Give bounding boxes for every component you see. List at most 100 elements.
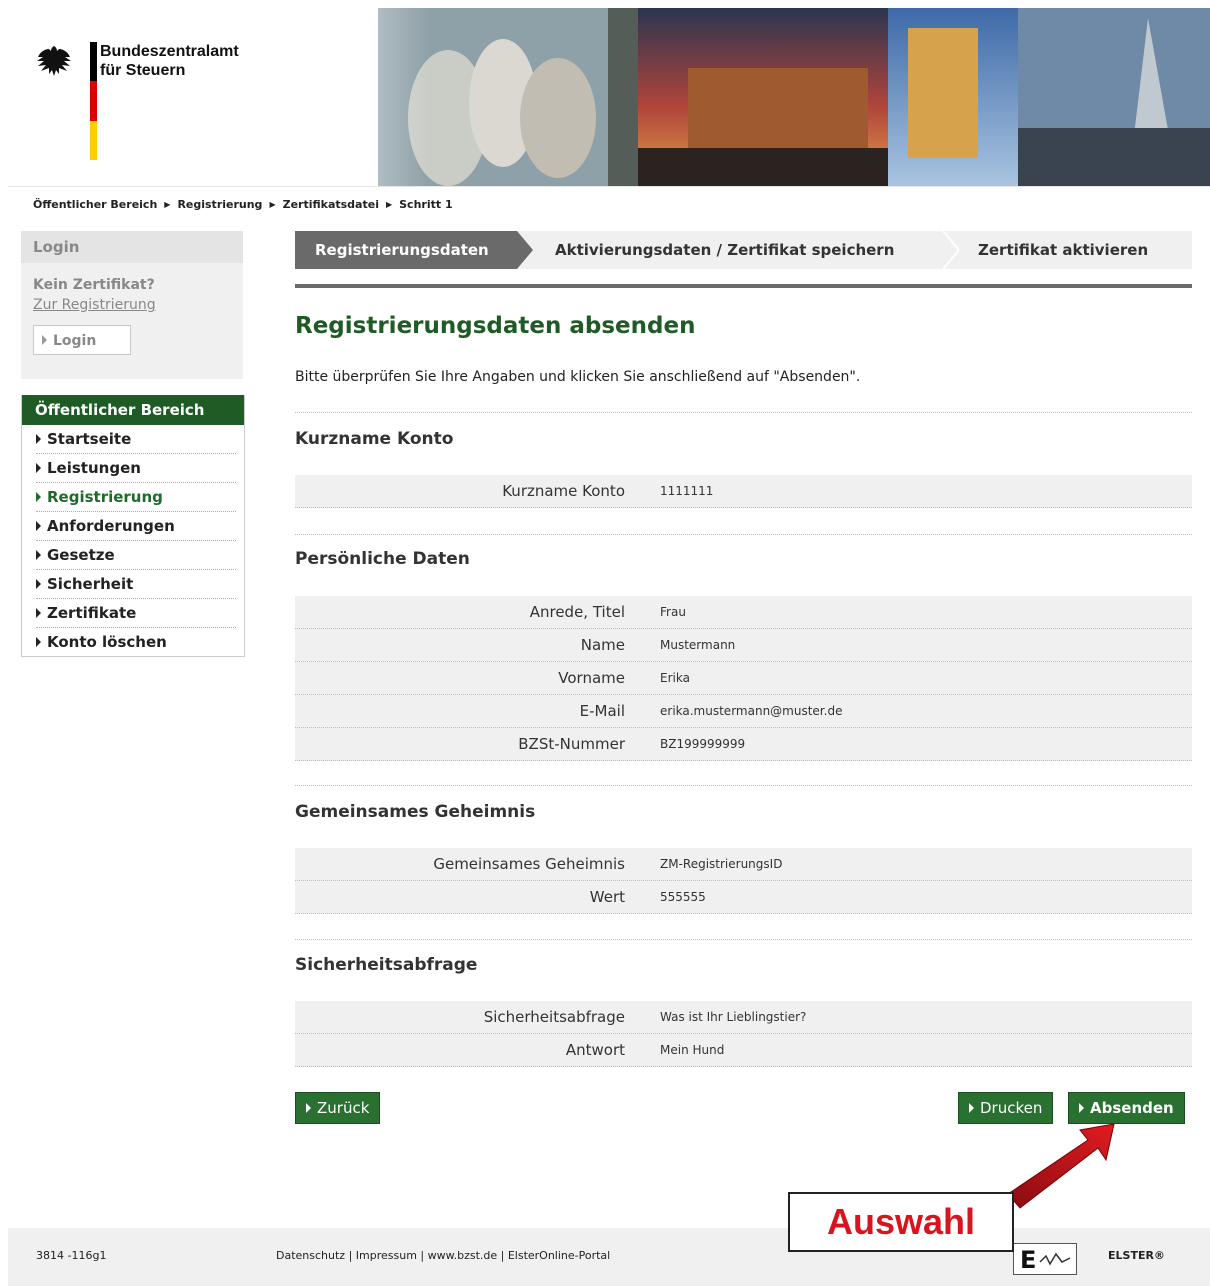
section-title-persoenliche-daten: Persönliche Daten bbox=[295, 549, 470, 569]
page-title: Registrierungsdaten absenden bbox=[295, 313, 696, 339]
field-value: Mustermann bbox=[660, 638, 736, 652]
nav-item-registrierung[interactable]: Registrierung bbox=[36, 483, 236, 512]
steps-divider bbox=[295, 284, 1192, 288]
step-chevron-icon bbox=[517, 231, 533, 269]
breadcrumb-item: Schritt 1 bbox=[399, 198, 453, 211]
arrow-right-icon bbox=[36, 492, 41, 502]
field-value: Was ist Ihr Lieblingstier? bbox=[660, 1010, 807, 1024]
table-row: BZSt-Nummer BZ199999999 bbox=[295, 728, 1192, 761]
arrow-right-icon bbox=[36, 463, 41, 473]
page: Bundeszentralamt für Steuern Öffentliche… bbox=[8, 8, 1210, 1286]
table-row: Anrede, Titel Frau bbox=[295, 596, 1192, 629]
section-divider bbox=[295, 412, 1192, 413]
field-value: erika.mustermann@muster.de bbox=[660, 704, 843, 718]
header-divider bbox=[8, 186, 1210, 187]
section-title-kurzname: Kurzname Konto bbox=[295, 429, 454, 449]
section-divider bbox=[295, 534, 1192, 535]
elster-logo-icon: E bbox=[1013, 1243, 1077, 1275]
breadcrumb: Öffentlicher Bereich ▶ Registrierung ▶ Zerti… bbox=[33, 198, 453, 211]
elster-brand: ELSTER® bbox=[1108, 1249, 1165, 1262]
field-label: Kurzname Konto bbox=[502, 482, 625, 500]
breadcrumb-separator-icon: ▶ bbox=[269, 200, 276, 209]
field-label: Wert bbox=[589, 888, 625, 906]
section-title-geheimnis: Gemeinsames Geheimnis bbox=[295, 802, 536, 822]
nav-item-startseite[interactable]: Startseite bbox=[36, 425, 236, 454]
field-value: ZM-RegistrierungsID bbox=[660, 857, 783, 871]
table-row: Name Mustermann bbox=[295, 629, 1192, 662]
field-label: Sicherheitsabfrage bbox=[483, 1008, 625, 1026]
field-label: E-Mail bbox=[579, 702, 625, 720]
table-geheimnis: Gemeinsames Geheimnis ZM-RegistrierungsID… bbox=[295, 848, 1192, 914]
nav-item-sicherheit[interactable]: Sicherheit bbox=[36, 570, 236, 599]
field-label: Gemeinsames Geheimnis bbox=[433, 855, 625, 873]
field-value: BZ199999999 bbox=[660, 737, 746, 751]
nav-title: Öffentlicher Bereich bbox=[22, 395, 244, 425]
table-row: Vorname Erika bbox=[295, 662, 1192, 695]
table-row: Sicherheitsabfrage Was ist Ihr Lieblingst… bbox=[295, 1001, 1192, 1034]
org-name: Bundeszentralamt für Steuern bbox=[100, 43, 239, 79]
field-label: Vorname bbox=[558, 669, 625, 687]
submit-button[interactable]: Absenden bbox=[1068, 1092, 1185, 1124]
register-link[interactable]: Zur Registrierung bbox=[33, 297, 243, 313]
svg-text:E: E bbox=[1020, 1246, 1036, 1274]
breadcrumb-item[interactable]: Zertifikatsdatei bbox=[283, 198, 379, 211]
step-aktivierungsdaten: Aktivierungsdaten / Zertifikat speichern bbox=[555, 241, 895, 259]
table-row: Wert 555555 bbox=[295, 881, 1192, 914]
header-banner-image bbox=[258, 8, 1210, 186]
annotation-label: Auswahl bbox=[788, 1192, 1014, 1252]
breadcrumb-separator-icon: ▶ bbox=[385, 200, 393, 209]
section-divider bbox=[295, 939, 1192, 940]
field-label: Anrede, Titel bbox=[529, 603, 625, 621]
footer-links[interactable]: Datenschutz | Impressum | www.bzst.de | … bbox=[276, 1249, 610, 1262]
field-value: 555555 bbox=[660, 890, 706, 904]
table-row: Kurzname Konto 1111111 bbox=[295, 475, 1192, 508]
table-sicherheitsabfrage: Sicherheitsabfrage Was ist Ihr Lieblingst… bbox=[295, 1001, 1192, 1067]
back-button[interactable]: Zurück bbox=[295, 1092, 381, 1124]
field-label: Name bbox=[580, 636, 625, 654]
table-row: E-Mail erika.mustermann@muster.de bbox=[295, 695, 1192, 728]
version-label: 3814 -116g1 bbox=[36, 1249, 107, 1262]
breadcrumb-item[interactable]: Registrierung bbox=[177, 198, 262, 211]
arrow-right-icon bbox=[969, 1103, 974, 1113]
arrow-right-icon bbox=[306, 1103, 311, 1113]
arrow-right-icon bbox=[1079, 1103, 1084, 1113]
arrow-right-icon bbox=[36, 434, 41, 444]
german-flag-stripe bbox=[90, 42, 97, 160]
field-label: BZSt-Nummer bbox=[518, 735, 625, 753]
progress-steps: Registrierungsdaten Aktivierungsdaten / … bbox=[295, 231, 1192, 269]
field-value: 1111111 bbox=[660, 484, 714, 498]
nav-item-leistungen[interactable]: Leistungen bbox=[36, 454, 236, 483]
intro-text: Bitte überprüfen Sie Ihre Angaben und kl… bbox=[295, 369, 861, 385]
login-button[interactable]: Login bbox=[33, 325, 131, 355]
field-value: Mein Hund bbox=[660, 1043, 725, 1057]
site-header: Bundeszentralamt für Steuern bbox=[8, 8, 1210, 186]
table-kurzname: Kurzname Konto 1111111 bbox=[295, 475, 1192, 508]
login-title: Login bbox=[21, 231, 243, 263]
breadcrumb-item[interactable]: Öffentlicher Bereich bbox=[33, 198, 157, 211]
public-area-nav: Öffentlicher Bereich Startseite Leistung… bbox=[21, 395, 245, 657]
arrow-right-icon bbox=[36, 637, 41, 647]
section-divider bbox=[295, 785, 1192, 786]
field-label: Antwort bbox=[565, 1041, 625, 1059]
nav-item-zertifikate[interactable]: Zertifikate bbox=[36, 599, 236, 628]
nav-item-anforderungen[interactable]: Anforderungen bbox=[36, 512, 236, 541]
nav-item-konto-loeschen[interactable]: Konto löschen bbox=[36, 628, 236, 656]
table-persoenliche-daten: Anrede, Titel Frau Name Mustermann Vorname… bbox=[295, 596, 1192, 761]
section-title-sicherheitsabfrage: Sicherheitsabfrage bbox=[295, 955, 478, 975]
arrow-right-icon bbox=[36, 608, 41, 618]
table-row: Gemeinsames Geheimnis ZM-RegistrierungsID bbox=[295, 848, 1192, 881]
arrow-right-icon bbox=[36, 550, 41, 560]
nav-item-gesetze[interactable]: Gesetze bbox=[36, 541, 236, 570]
field-value: Frau bbox=[660, 605, 686, 619]
breadcrumb-separator-icon: ▶ bbox=[164, 200, 171, 209]
arrow-right-icon bbox=[36, 579, 41, 589]
step-chevron-icon bbox=[943, 231, 959, 269]
no-certificate-label: Kein Zertifikat? bbox=[33, 277, 155, 293]
footer: 3814 -116g1 Datenschutz | Impressum | ww… bbox=[8, 1228, 1210, 1286]
step-zertifikat-aktivieren: Zertifikat aktivieren bbox=[978, 241, 1149, 259]
table-row: Antwort Mein Hund bbox=[295, 1034, 1192, 1067]
arrow-right-icon bbox=[42, 335, 47, 345]
print-button[interactable]: Drucken bbox=[958, 1092, 1054, 1124]
field-value: Erika bbox=[660, 671, 690, 685]
federal-eagle-icon bbox=[37, 46, 71, 76]
